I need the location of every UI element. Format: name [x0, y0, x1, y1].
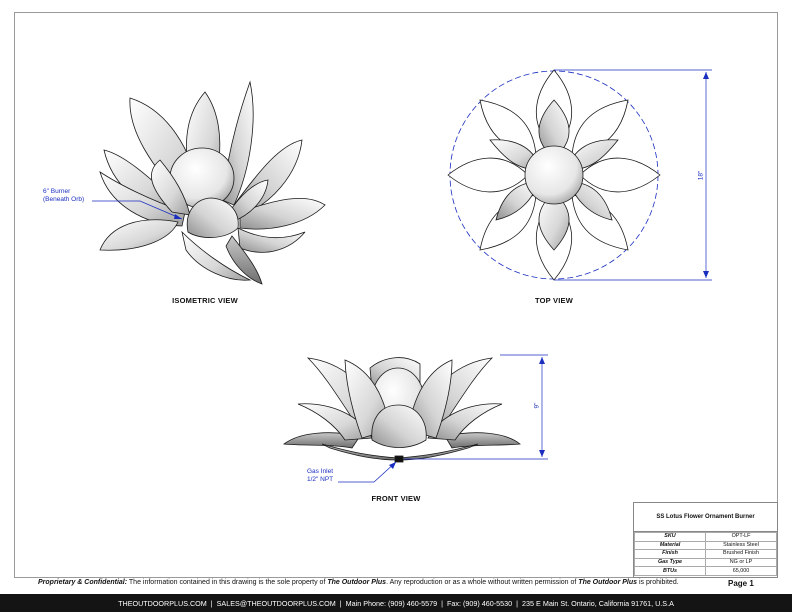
spec-row: Gas Type NG or LP: [634, 557, 777, 568]
spec-value: OPT-LF: [705, 532, 777, 542]
page-number: Page 1: [728, 579, 754, 588]
spec-value: NG or LP: [705, 557, 777, 568]
confidential-notice: Proprietary & Confidential: The informat…: [38, 579, 679, 586]
footer-separator: |: [441, 598, 444, 608]
spec-row: Finish Brushed Finish: [634, 549, 777, 559]
gas-inlet-callout-line2: 1/2" NPT: [307, 476, 334, 483]
top-view-label: TOP VIEW: [535, 296, 573, 305]
height-dimension-label: 9": [533, 402, 541, 409]
notice-text-3: is prohibited.: [637, 579, 679, 586]
footer-email-link[interactable]: SALES@THEOUTDOORPLUS.COM: [217, 599, 336, 608]
footer-website-link[interactable]: THEOUTDOORPLUS.COM: [118, 599, 207, 608]
burner-callout-line2: (Beneath Orb): [43, 196, 85, 203]
footer-fax: Fax: (909) 460-5530: [447, 598, 513, 608]
gas-inlet-callout: Gas Inlet 1/2" NPT: [307, 468, 333, 484]
notice-company-1: The Outdoor Plus: [327, 579, 387, 586]
spec-row: SKU OPT-LF: [634, 532, 777, 542]
notice-text-1: The information contained in this drawin…: [127, 579, 328, 586]
notice-label: Proprietary & Confidential:: [38, 579, 128, 586]
top-orb: [524, 145, 584, 205]
burner-callout: 6" Burner (Beneath Orb): [43, 188, 84, 204]
footer-address: 235 E Main St. Ontario, California 91761…: [522, 598, 674, 608]
title-block: SS Lotus Flower Ornament Burner SKU OPT-L…: [633, 502, 778, 578]
spec-key: BTUs: [634, 566, 706, 576]
gas-inlet-callout-line1: Gas Inlet: [307, 468, 334, 475]
notice-text-2: . Any reproduction or as a whole without…: [386, 579, 579, 586]
front-view: [282, 357, 522, 463]
spec-row: Material Stainless Steel: [634, 540, 777, 551]
notice-company-2: The Outdoor Plus: [578, 579, 638, 586]
gas-inlet-fitting: [394, 455, 404, 463]
width-dimension-label: 18": [697, 170, 705, 181]
footer-bar: THEOUTDOORPLUS.COM | SALES@THEOUTDOORPLU…: [0, 594, 792, 612]
title-block-title: SS Lotus Flower Ornament Burner: [634, 503, 777, 532]
isometric-view-label: ISOMETRIC VIEW: [172, 296, 238, 305]
spec-key: Finish: [634, 549, 706, 559]
iso-petal-front-right: [237, 227, 306, 253]
spec-value: Brushed Finish: [705, 549, 777, 559]
spec-table: SKU OPT-LF Material Stainless Steel Finish…: [634, 532, 777, 576]
front-view-label: FRONT VIEW: [371, 494, 421, 503]
footer-separator: |: [339, 598, 342, 608]
burner-callout-line1: 6" Burner: [43, 188, 71, 195]
spec-key: Material: [634, 540, 706, 551]
footer-separator: |: [210, 598, 213, 608]
spec-key: Gas Type: [634, 557, 706, 568]
footer-phone: Main Phone: (909) 460-5579: [345, 598, 438, 608]
footer-separator: |: [516, 598, 519, 608]
spec-value: Stainless Steel: [705, 540, 777, 551]
isometric-view: [99, 80, 326, 285]
spec-row: BTUs 65,000: [634, 566, 777, 576]
top-view: [447, 69, 661, 281]
spec-key: SKU: [634, 532, 706, 542]
spec-value: 65,000: [705, 566, 777, 576]
gas-callout-leader: [338, 461, 397, 483]
iso-petal-front-left: [99, 219, 179, 251]
